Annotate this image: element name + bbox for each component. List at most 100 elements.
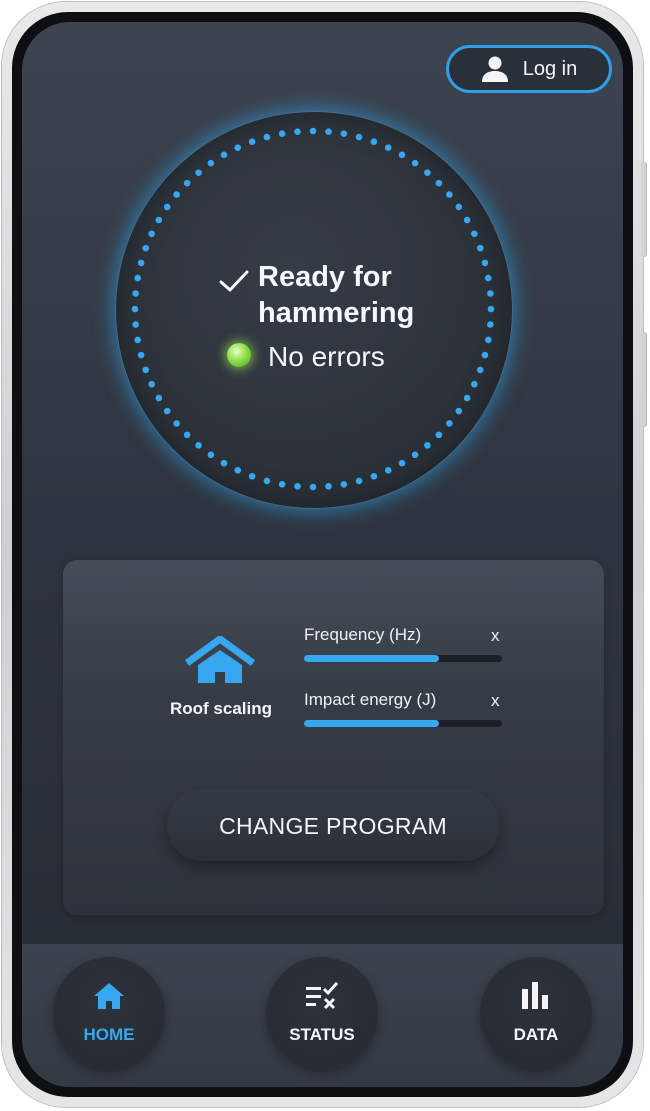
- ring-dot: [148, 230, 155, 238]
- frequency-bar: [304, 655, 502, 662]
- impact-energy-value: x: [491, 691, 500, 710]
- nav-status-button[interactable]: STATUS: [266, 957, 378, 1069]
- impact-energy-bar-fill: [304, 720, 439, 727]
- ring-dot: [134, 274, 141, 282]
- ring-dot: [463, 394, 471, 402]
- ring-dot: [142, 244, 150, 252]
- ring-dot: [435, 179, 443, 187]
- ring-dot: [132, 321, 139, 328]
- volume-down-button: [641, 332, 647, 427]
- ring-dot: [487, 321, 494, 328]
- ring-dot: [435, 431, 443, 439]
- ring-dot: [131, 305, 139, 313]
- ring-dot: [370, 472, 378, 480]
- impact-energy-label: Impact energy (J): [304, 690, 437, 709]
- ring-dot: [340, 130, 348, 137]
- ring-dot: [173, 420, 180, 427]
- ring-dot: [424, 169, 431, 176]
- login-button[interactable]: Log in: [446, 45, 612, 93]
- ring-dot: [263, 133, 271, 141]
- program-card: Roof scaling Frequency (Hz) x Impact ene…: [63, 560, 604, 915]
- login-label: Log in: [522, 57, 578, 80]
- status-title-line2: hammering: [258, 297, 415, 329]
- nav-data-button[interactable]: DATA: [480, 957, 592, 1069]
- ring-dot: [384, 144, 392, 151]
- ring-dot: [309, 127, 317, 135]
- ring-dot: [455, 203, 463, 211]
- ring-dot: [325, 483, 332, 490]
- ring-dot: [155, 394, 163, 402]
- impact-energy-bar: [304, 720, 502, 727]
- ring-dot: [163, 407, 171, 415]
- change-program-button[interactable]: CHANGE PROGRAM: [167, 791, 499, 861]
- ring-dot: [411, 159, 419, 167]
- ring-dot: [234, 467, 242, 474]
- nav-data-label: DATA: [513, 1025, 559, 1044]
- ring-dot: [476, 244, 484, 252]
- ring-dot: [446, 191, 453, 198]
- ring-dot: [471, 380, 478, 388]
- ring-dot: [137, 259, 145, 267]
- frequency-value: x: [491, 626, 500, 645]
- ring-dot: [163, 203, 171, 211]
- ring-dot: [137, 351, 145, 359]
- ring-dot: [278, 130, 286, 137]
- nav-status-label: STATUS: [289, 1025, 355, 1044]
- nav-home-label: HOME: [83, 1025, 135, 1044]
- app-screen: Log in Ready for hammering No errors Roo…: [22, 22, 623, 1087]
- ring-dot: [463, 216, 471, 224]
- ring-dot: [355, 477, 363, 485]
- bar-chart-icon: [522, 982, 548, 1009]
- ring-dot: [487, 305, 495, 313]
- ring-dot: [485, 274, 492, 282]
- ring-dot: [263, 477, 271, 485]
- ring-dot: [411, 451, 419, 459]
- ring-dot: [195, 169, 202, 176]
- phone-bezel: Log in Ready for hammering No errors Roo…: [12, 12, 633, 1097]
- ring-dot: [248, 138, 256, 146]
- ring-dot: [142, 366, 150, 374]
- status-title: Ready for hammering: [258, 259, 414, 331]
- checkmark-icon: [219, 270, 249, 292]
- ring-dot: [183, 431, 191, 439]
- program-mode-label: Roof scaling: [169, 699, 272, 718]
- ring-dot: [355, 133, 363, 141]
- ring-dot: [481, 259, 489, 267]
- home-icon: [94, 983, 124, 1009]
- ring-dot: [155, 216, 163, 224]
- ring-dot: [278, 481, 286, 488]
- ring-dot: [424, 442, 431, 449]
- ring-dot: [309, 483, 317, 491]
- ring-dot: [340, 481, 348, 488]
- ring-dot: [325, 128, 332, 135]
- ring-dot: [183, 179, 191, 187]
- house-icon: [184, 636, 256, 683]
- user-icon: [481, 56, 508, 82]
- phone-frame: Log in Ready for hammering No errors Roo…: [2, 2, 647, 1107]
- ring-dot: [384, 467, 392, 474]
- ring-dot: [134, 336, 141, 344]
- ring-dot: [248, 472, 256, 480]
- ring-dot: [487, 290, 494, 297]
- ring-dot: [234, 144, 242, 151]
- frequency-bar-fill: [304, 655, 439, 662]
- ring-dot: [481, 351, 489, 359]
- ring-dot: [220, 151, 228, 159]
- ring-dot: [471, 230, 478, 238]
- ring-dot: [485, 336, 492, 344]
- status-led-icon: [227, 343, 251, 367]
- ring-dot: [220, 459, 228, 467]
- ring-dot: [148, 380, 155, 388]
- ring-dot: [398, 459, 406, 467]
- ring-dot: [207, 451, 215, 459]
- ring-dot: [446, 420, 453, 427]
- nav-home-button[interactable]: HOME: [53, 957, 165, 1069]
- ring-dot: [207, 159, 215, 167]
- ring-dot: [455, 407, 463, 415]
- ring-dot: [476, 366, 484, 374]
- ring-dot: [132, 290, 139, 297]
- bottom-nav: HOME STATUS DATA: [22, 944, 623, 1087]
- frequency-label: Frequency (Hz): [304, 625, 422, 644]
- volume-up-button: [641, 162, 647, 257]
- ring-dot: [370, 138, 378, 146]
